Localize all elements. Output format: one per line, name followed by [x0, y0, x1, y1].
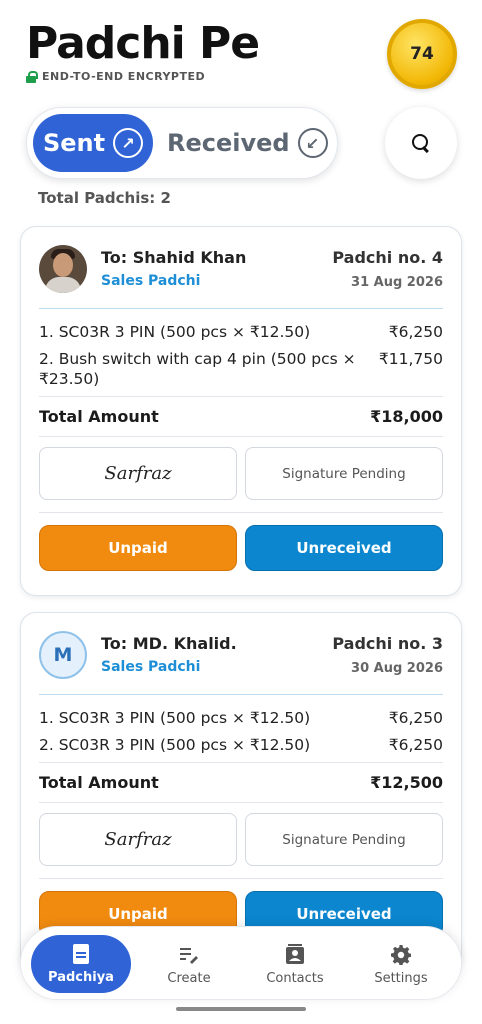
padchi-date: 30 Aug 2026: [351, 661, 443, 676]
contacts-icon: [285, 943, 305, 965]
nav-item-create[interactable]: Create: [139, 937, 239, 993]
padchi-card[interactable]: To: Shahid Khan Sales Padchi Padchi no. …: [20, 226, 462, 596]
recipient-name: To: MD. Khalid.: [101, 634, 237, 653]
encryption-label: END-TO-END ENCRYPTED: [42, 70, 206, 83]
arrow-up-right-icon: ↗: [113, 128, 144, 158]
total-value: ₹12,500: [370, 773, 443, 792]
tab-sent-label: Sent: [42, 129, 106, 157]
list-item: 2. SC03R 3 PIN (500 pcs × ₹12.50) ₹6,250: [39, 735, 443, 755]
padchi-type: Sales Padchi: [101, 273, 201, 289]
item-description: 1. SC03R 3 PIN (500 pcs × ₹12.50): [39, 323, 311, 341]
signature-image: Sarfraz: [104, 463, 172, 484]
unpaid-button[interactable]: Unpaid: [39, 525, 237, 571]
unreceived-button[interactable]: Unreceived: [245, 525, 443, 571]
padchi-number: Padchi no. 3: [332, 634, 443, 653]
item-description: 2. SC03R 3 PIN (500 pcs × ₹12.50): [39, 736, 311, 754]
home-indicator[interactable]: [176, 1007, 306, 1011]
document-icon: [71, 943, 91, 964]
encryption-notice: END-TO-END ENCRYPTED: [26, 70, 205, 83]
item-amount: ₹11,750: [378, 350, 443, 368]
recipient-name: To: Shahid Khan: [101, 248, 247, 267]
nav-item-label: Contacts: [266, 970, 324, 986]
padchi-card-header: M To: MD. Khalid. Sales Padchi Padchi no…: [39, 613, 443, 695]
item-amount: ₹6,250: [388, 709, 443, 727]
gear-icon: [391, 944, 411, 965]
tab-received-label: Received: [167, 129, 290, 157]
padchi-type: Sales Padchi: [101, 659, 201, 675]
line-items: 1. SC03R 3 PIN (500 pcs × ₹12.50) ₹6,250…: [39, 309, 443, 397]
status-buttons: Unpaid Unreceived: [39, 513, 443, 571]
sender-signature: Sarfraz: [39, 447, 237, 500]
signature-row: Sarfraz Signature Pending: [39, 437, 443, 513]
list-item: 1. SC03R 3 PIN (500 pcs × ₹12.50) ₹6,250: [39, 708, 443, 728]
total-value: ₹18,000: [370, 407, 443, 426]
receiver-signature-box[interactable]: Signature Pending: [245, 447, 443, 500]
line-items: 1. SC03R 3 PIN (500 pcs × ₹12.50) ₹6,250…: [39, 695, 443, 763]
signature-status: Signature Pending: [282, 831, 406, 848]
nav-item-contacts[interactable]: Contacts: [245, 937, 345, 993]
edit-list-icon: [179, 945, 199, 965]
total-row: Total Amount ₹18,000: [39, 397, 443, 437]
coin-badge[interactable]: 74: [387, 19, 457, 89]
sender-signature: Sarfraz: [39, 813, 237, 866]
app-title: Padchi Pe: [26, 18, 260, 69]
bottom-nav: Padchiya Create Contacts Settings: [20, 926, 462, 1000]
item-amount: ₹6,250: [388, 736, 443, 754]
padchi-number: Padchi no. 4: [332, 248, 443, 267]
search-icon: [412, 134, 430, 152]
list-item: 1. SC03R 3 PIN (500 pcs × ₹12.50) ₹6,250: [39, 322, 443, 342]
item-amount: ₹6,250: [388, 323, 443, 341]
total-padchis-count: Total Padchis: 2: [38, 189, 171, 207]
total-label: Total Amount: [39, 407, 159, 426]
list-item: 2. Bush switch with cap 4 pin (500 pcs ×…: [39, 349, 443, 389]
nav-item-label: Create: [167, 970, 211, 986]
app-screen: Padchi Pe END-TO-END ENCRYPTED 74 Sent ↗…: [0, 0, 482, 1024]
tab-received[interactable]: Received ↙: [167, 114, 328, 172]
nav-item-label: Settings: [374, 970, 428, 986]
tab-sent[interactable]: Sent ↗: [33, 114, 153, 172]
signature-status: Signature Pending: [282, 465, 406, 482]
sent-received-toggle: Sent ↗ Received ↙: [26, 107, 338, 179]
padchi-card[interactable]: M To: MD. Khalid. Sales Padchi Padchi no…: [20, 612, 462, 972]
arrow-down-left-icon: ↙: [297, 128, 328, 158]
search-button[interactable]: [385, 107, 457, 179]
nav-item-padchiya[interactable]: Padchiya: [31, 935, 131, 993]
item-description: 1. SC03R 3 PIN (500 pcs × ₹12.50): [39, 709, 311, 727]
item-description: 2. Bush switch with cap 4 pin (500 pcs ×…: [39, 350, 356, 388]
signature-image: Sarfraz: [104, 829, 172, 850]
avatar: [39, 245, 87, 293]
padchi-card-header: To: Shahid Khan Sales Padchi Padchi no. …: [39, 227, 443, 309]
signature-row: Sarfraz Signature Pending: [39, 803, 443, 879]
nav-item-settings[interactable]: Settings: [351, 937, 451, 993]
total-row: Total Amount ₹12,500: [39, 763, 443, 803]
avatar: M: [39, 631, 87, 679]
nav-item-label: Padchiya: [48, 969, 114, 985]
padchi-date: 31 Aug 2026: [351, 275, 443, 290]
lock-icon: [26, 70, 38, 83]
receiver-signature-box[interactable]: Signature Pending: [245, 813, 443, 866]
total-label: Total Amount: [39, 773, 159, 792]
